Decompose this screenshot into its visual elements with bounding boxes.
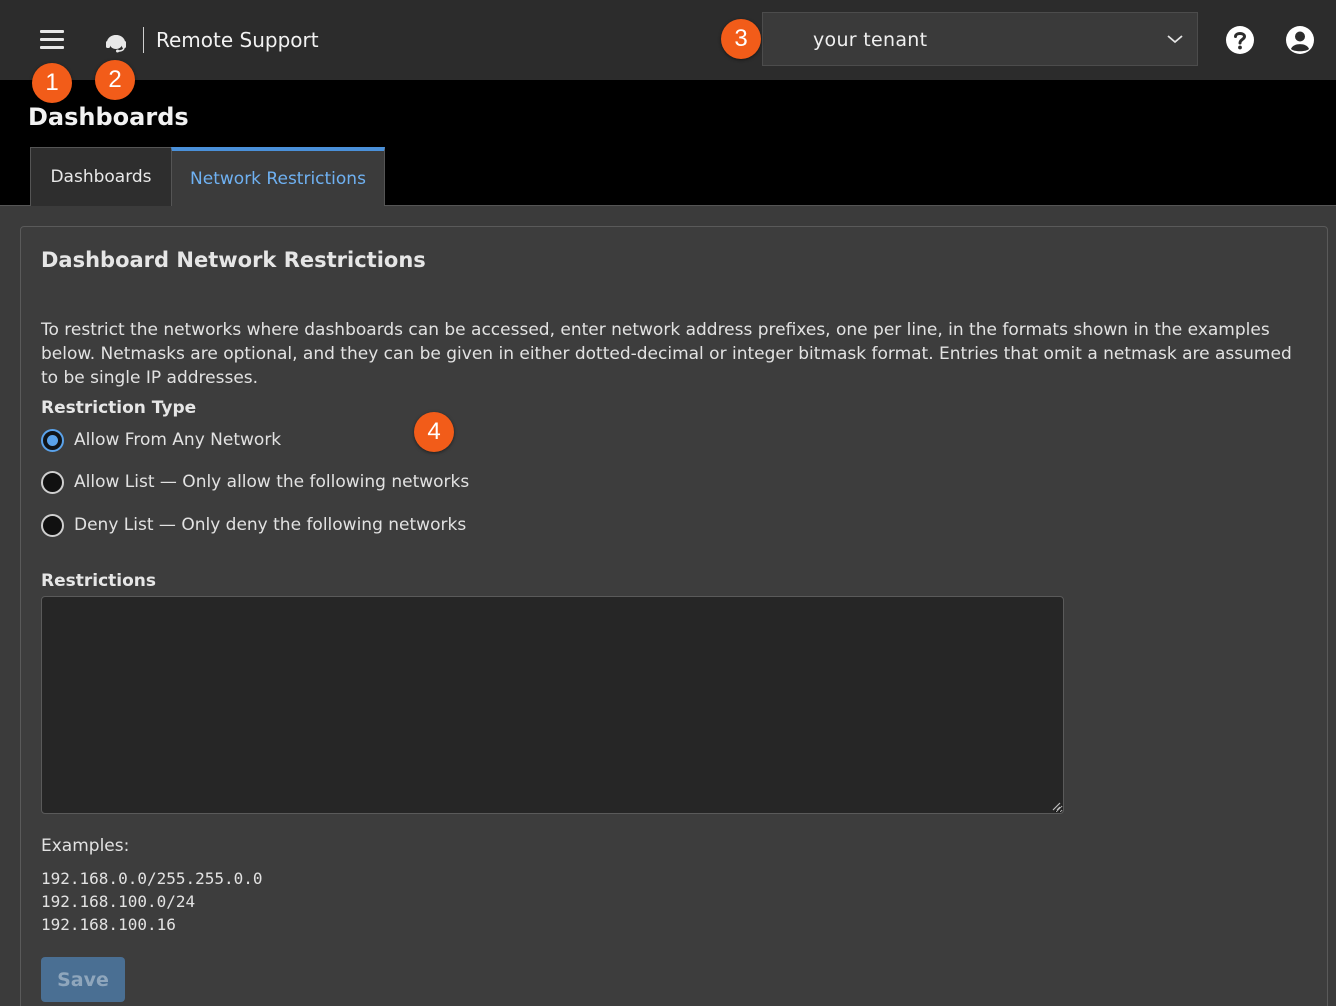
radio-allow-list[interactable]: Allow List — Only allow the following ne… — [41, 469, 469, 495]
radio-allow-any-network[interactable]: Allow From Any Network — [41, 427, 281, 453]
callout-badge-2: 2 — [95, 60, 135, 100]
tenant-value: your tenant — [813, 29, 928, 51]
radio-label: Allow List — Only allow the following ne… — [74, 472, 470, 492]
callout-badge-3: 3 — [721, 19, 761, 59]
radio-button[interactable] — [41, 470, 64, 494]
panel-title: Dashboard Network Restrictions — [41, 248, 426, 272]
radio-button[interactable] — [41, 513, 64, 537]
example-line: 192.168.0.0/255.255.0.0 — [41, 869, 263, 888]
restrictions-label: Restrictions — [41, 571, 157, 591]
resize-handle-icon[interactable] — [1051, 801, 1061, 811]
app-title-divider — [143, 27, 144, 53]
example-line: 192.168.100.0/24 — [41, 892, 196, 911]
example-line: 192.168.100.16 — [41, 915, 176, 934]
user-account-icon[interactable] — [1285, 25, 1315, 55]
headset-icon — [106, 35, 126, 53]
radio-label: Deny List — Only deny the following netw… — [74, 515, 467, 535]
page-title: Dashboards — [28, 103, 189, 131]
restrictions-textarea[interactable] — [41, 596, 1064, 814]
callout-badge-4: 4 — [414, 412, 454, 452]
radio-deny-list[interactable]: Deny List — Only deny the following netw… — [41, 512, 466, 538]
callout-badge-1: 1 — [32, 63, 72, 103]
description-text: To restrict the networks where dashboard… — [41, 320, 1292, 388]
tenant-dropdown[interactable]: your tenant — [762, 12, 1198, 66]
restriction-type-label: Restriction Type — [41, 398, 197, 418]
chevron-down-icon — [1167, 35, 1183, 44]
radio-label: Allow From Any Network — [74, 430, 282, 450]
tab-dashboards[interactable]: Dashboards — [30, 147, 172, 206]
hamburger-menu-icon[interactable] — [40, 30, 66, 52]
save-button[interactable]: Save — [41, 957, 125, 1002]
examples-label: Examples: — [41, 836, 130, 856]
top-bar: Remote Support your tenant — [0, 0, 1336, 80]
tab-network-restrictions[interactable]: Network Restrictions — [171, 147, 385, 206]
help-icon[interactable] — [1225, 25, 1255, 55]
radio-button[interactable] — [41, 428, 64, 452]
app-title: Remote Support — [156, 28, 319, 52]
